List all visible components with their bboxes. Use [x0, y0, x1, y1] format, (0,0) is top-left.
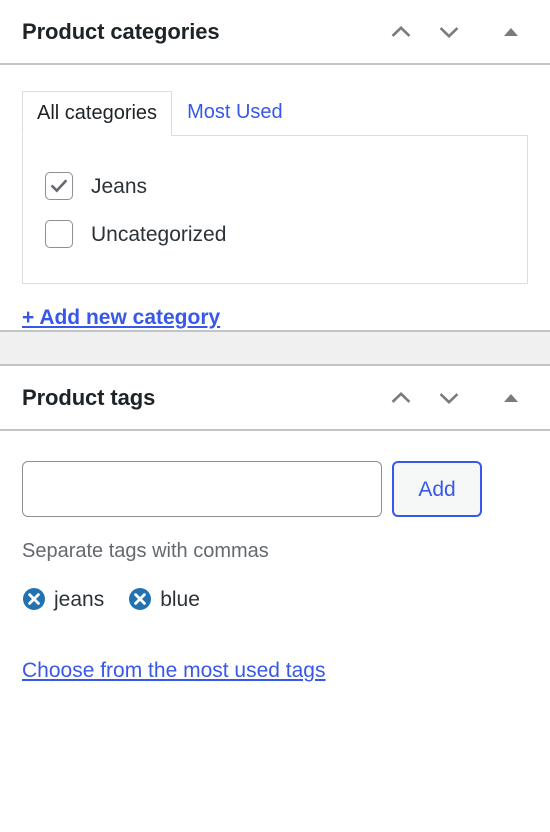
category-checklist: Jeans Uncategorized	[22, 135, 528, 284]
checkbox-uncategorized[interactable]	[45, 220, 73, 248]
categories-toggle-button[interactable]	[490, 11, 532, 53]
categories-move-down-button[interactable]	[428, 11, 470, 53]
category-tabs: All categories Most Used	[22, 90, 528, 136]
category-label-uncategorized: Uncategorized	[91, 222, 227, 246]
list-item: blue	[128, 587, 200, 611]
most-used-tags-row: Choose from the most used tags	[22, 659, 528, 683]
check-icon	[49, 176, 69, 196]
tags-move-down-button[interactable]	[428, 377, 470, 419]
list-item[interactable]: Uncategorized	[45, 210, 527, 258]
chevron-down-icon	[436, 385, 462, 411]
add-new-category-link[interactable]: + Add new category	[22, 306, 220, 329]
tags-hint-text: Separate tags with commas	[22, 540, 269, 562]
triangle-up-icon	[500, 21, 522, 43]
tab-all-categories[interactable]: All categories	[22, 91, 173, 136]
page-title: Product categories	[22, 18, 220, 44]
list-item: jeans	[22, 587, 104, 611]
tag-label-jeans: jeans	[54, 587, 105, 611]
product-categories-panel: Product categories All categories Most U…	[0, 0, 550, 330]
product-categories-body: All categories Most Used Jeans Uncategor…	[0, 90, 550, 330]
add-tag-button[interactable]: Add	[392, 461, 482, 517]
new-tag-input[interactable]	[22, 461, 382, 517]
product-tags-body: Add Separate tags with commas jeans blue…	[0, 461, 550, 683]
categories-move-up-button[interactable]	[380, 11, 422, 53]
tag-label-blue: blue	[160, 587, 200, 611]
choose-most-used-tags-link[interactable]: Choose from the most used tags	[22, 659, 326, 682]
add-new-category-row: + Add new category	[22, 284, 528, 330]
tag-entry-row: Add	[22, 461, 528, 517]
product-tags-title: Product tags	[22, 384, 156, 410]
tab-most-used[interactable]: Most Used	[172, 90, 298, 135]
tag-list: jeans blue	[22, 587, 528, 611]
list-item[interactable]: Jeans	[45, 162, 527, 210]
panel-separator	[0, 330, 550, 366]
product-meta-panels: Product categories All categories Most U…	[0, 0, 550, 832]
tags-toggle-button[interactable]	[490, 377, 532, 419]
tags-move-up-button[interactable]	[380, 377, 422, 419]
product-tags-header: Product tags	[0, 366, 550, 431]
chevron-up-icon	[388, 385, 414, 411]
tags-header-actions	[380, 377, 532, 419]
triangle-up-icon	[500, 387, 522, 409]
product-tags-panel: Product tags Add Separate tags with comm…	[0, 366, 550, 683]
remove-circle-icon[interactable]	[22, 587, 46, 611]
category-label-jeans: Jeans	[91, 174, 148, 198]
chevron-down-icon	[436, 19, 462, 45]
checkbox-jeans[interactable]	[45, 172, 73, 200]
product-categories-header: Product categories	[0, 0, 550, 65]
categories-header-actions	[380, 11, 532, 53]
remove-circle-icon[interactable]	[128, 587, 152, 611]
chevron-up-icon	[388, 19, 414, 45]
